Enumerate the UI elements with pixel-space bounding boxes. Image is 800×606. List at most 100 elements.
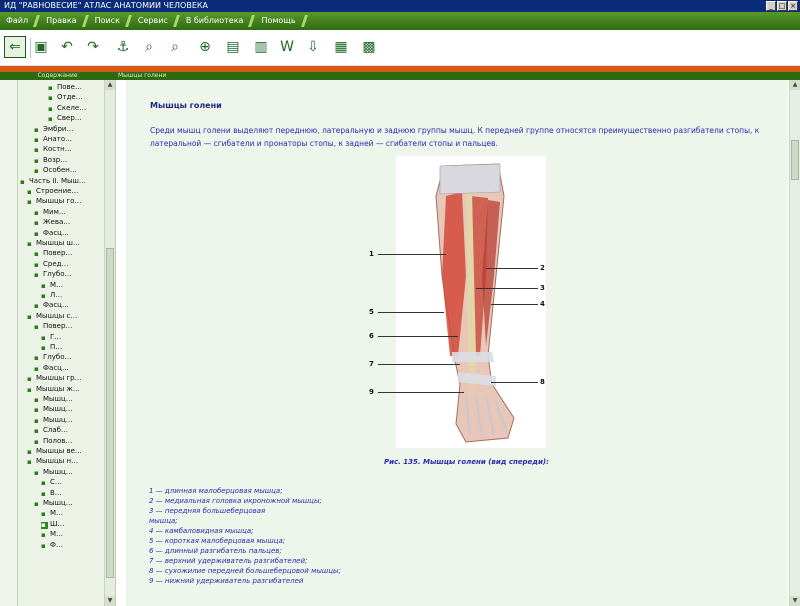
figure-label-5: 5 [369, 308, 374, 316]
tree-item[interactable]: ▪ Мышц… [18, 404, 104, 414]
figure-label-3: 3 [540, 284, 545, 292]
tree-item[interactable]: ▪ Мышцы гр… [18, 373, 104, 383]
tree-item[interactable]: ▪ Строение… [18, 186, 104, 196]
document-icon: ▪ [27, 375, 32, 384]
tree-item[interactable]: ▪ Часть II. Мыш… [18, 176, 104, 186]
word-icon[interactable]: W [276, 36, 298, 58]
tree-item[interactable]: ▪ Эмбри… [18, 124, 104, 134]
find-icon[interactable]: ⊕ [194, 36, 216, 58]
close-button[interactable]: × [788, 1, 798, 11]
open-book-icon[interactable]: ▣ [30, 36, 52, 58]
print-icon[interactable]: ▤ [222, 36, 244, 58]
tree-item[interactable]: ▪ Полов… [18, 436, 104, 446]
tree-item-label: Повер… [43, 249, 73, 258]
tree-item[interactable]: ▪ Мышцы н… [18, 456, 104, 466]
tree-item[interactable]: ▪ М… [18, 280, 104, 290]
menu-help[interactable]: Помощь [255, 12, 307, 30]
figure-label-6: 6 [369, 332, 374, 340]
tree-item[interactable]: ▪ Мышцы ве… [18, 446, 104, 456]
menu-service[interactable]: Сервис [132, 12, 180, 30]
document-icon: ▪ [34, 500, 39, 508]
tree-item[interactable]: ▪ Мышц… [18, 467, 104, 477]
menu-library[interactable]: В библиотека [180, 12, 256, 30]
search-advanced-icon[interactable]: ⌕ [164, 36, 186, 58]
article: Мышцы голени Среди мышц голени выделяют … [126, 80, 788, 606]
menu-edit[interactable]: Правка [40, 12, 88, 30]
tree-item[interactable]: ▪ Глубо… [18, 352, 104, 362]
content-scrollbar[interactable]: ▲ ▼ [789, 80, 800, 606]
tree-item[interactable]: ▪ В… [18, 488, 104, 498]
export-icon[interactable]: ⇩ [302, 36, 324, 58]
figure-label-9: 9 [369, 388, 374, 396]
scroll-up-button[interactable]: ▲ [105, 80, 115, 90]
legend-item: 1 — длинная малоберцовая мышца; [149, 487, 283, 495]
tree-item[interactable]: ▪ Фасц… [18, 228, 104, 238]
tree-item[interactable]: ▪ П… [18, 342, 104, 352]
document-icon: ▪ [34, 364, 39, 373]
tree-item-label: Мим… [43, 207, 66, 216]
menu-search[interactable]: Поиск [89, 12, 132, 30]
tree-item[interactable]: ▪ Повер… [18, 248, 104, 258]
tree-item[interactable]: ▪ Мышц… [18, 498, 104, 508]
tree-item[interactable]: ▪ Отде… [18, 92, 104, 102]
tree-item[interactable]: ▪ Пове… [18, 82, 104, 92]
document-icon: ▪ [34, 146, 39, 155]
scroll-down-button[interactable]: ▼ [790, 596, 800, 606]
bookmark-icon[interactable]: ▥ [250, 36, 272, 58]
tree-item[interactable]: ▪ С… [18, 477, 104, 487]
tree-item[interactable]: ▪ Сред… [18, 259, 104, 269]
tree-item[interactable]: ▪ Мышцы ш… [18, 238, 104, 248]
tree-item[interactable]: ▪ Свер… [18, 113, 104, 123]
tree-item[interactable]: ▪ Повер… [18, 321, 104, 331]
tree-item[interactable]: ▪ Мышц… [18, 394, 104, 404]
document-icon: ▪ [41, 479, 46, 488]
tree-item-label: Фасц… [43, 301, 69, 310]
tree-item[interactable]: ▪ Глубо… [18, 269, 104, 279]
tree-item[interactable]: ▪ Мышц… [18, 415, 104, 425]
tree-item[interactable]: ▪ Фасц… [18, 363, 104, 373]
tree-item[interactable]: ▪ Мышцы с… [18, 311, 104, 321]
tree-item[interactable]: ▪ Слаб… [18, 425, 104, 435]
scroll-up-button[interactable]: ▲ [790, 80, 800, 90]
tree-item[interactable]: ▪ Фасц… [18, 300, 104, 310]
tree-item[interactable]: ▪ Возр… [18, 155, 104, 165]
legend-item: 6 — длинный разгибатель пальцев; [149, 547, 282, 555]
tree-item-label: Мышцы с… [36, 311, 78, 320]
tree-item[interactable]: ▪ Мышцы ж… [18, 384, 104, 394]
tree-item-label: Фасц… [43, 228, 69, 237]
tree-item-label: Г… [50, 332, 62, 341]
tree-item[interactable]: ▪ Г… [18, 332, 104, 342]
tree-item-label: Мышцы ве… [36, 447, 82, 455]
tree-item[interactable]: ▪ М… [18, 508, 104, 518]
tree-item[interactable]: ▪ Жева… [18, 217, 104, 227]
tree-item[interactable]: ▪ Ш… [18, 519, 104, 529]
tree-item-label: Часть II. Мыш… [29, 176, 86, 185]
library-icon[interactable]: ▦ [330, 36, 352, 58]
maximize-button[interactable]: □ [777, 1, 787, 11]
tree-item[interactable]: ▪ Мышцы го… [18, 196, 104, 206]
redo-icon[interactable]: ↷ [82, 36, 104, 58]
document-icon: ▪ [41, 541, 46, 550]
tree-item[interactable]: ▪ Костн… [18, 144, 104, 154]
tree-item[interactable]: ▪ Л… [18, 290, 104, 300]
tree-item[interactable]: ▪ Особен… [18, 165, 104, 175]
menu-file[interactable]: Файл [0, 12, 40, 30]
minimize-button[interactable]: _ [766, 1, 776, 11]
tree-scrollbar[interactable]: ▲ ▼ [104, 80, 115, 606]
undo-icon[interactable]: ↶ [56, 36, 78, 58]
tree-item[interactable]: ▪ Мим… [18, 207, 104, 217]
anchor-icon[interactable]: ⚓ [112, 36, 134, 58]
leader-line [378, 364, 460, 365]
tree-item[interactable]: ▪ М… [18, 529, 104, 539]
back-arrow-icon[interactable]: ⇐ [4, 36, 26, 58]
scroll-thumb[interactable] [791, 140, 799, 180]
tree-item-label: Мышц… [43, 415, 73, 424]
document-icon: ▪ [41, 344, 46, 352]
tree-item[interactable]: ▪ Ф… [18, 540, 104, 550]
scroll-down-button[interactable]: ▼ [105, 596, 115, 606]
tree-item[interactable]: ▪ Анато… [18, 134, 104, 144]
search-icon[interactable]: ⌕ [138, 36, 160, 58]
tree-item[interactable]: ▪ Скеле… [18, 103, 104, 113]
calendar-icon[interactable]: ▩ [358, 36, 380, 58]
scroll-thumb[interactable] [106, 248, 114, 578]
